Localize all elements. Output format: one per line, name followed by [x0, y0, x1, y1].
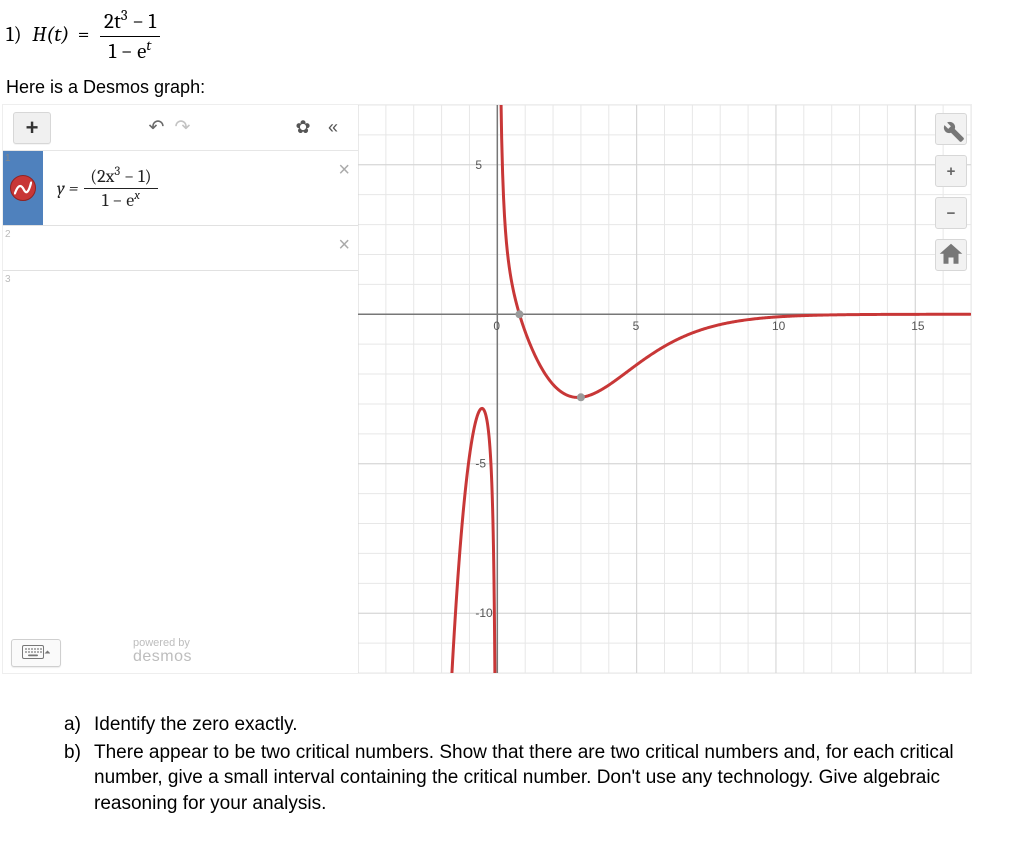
powered-by-desmos: powered by desmos — [133, 638, 192, 665]
panel-header: + ↶ ↷ ✿ « — [3, 105, 358, 151]
redo-icon[interactable]: ↷ — [172, 117, 194, 139]
delete-expression-icon[interactable]: × — [338, 234, 350, 257]
function-rhs-fraction: 2t3 − 1 1 − et — [100, 8, 160, 64]
expression-input[interactable]: y = (2x3 − 1) 1 − ex — [43, 151, 358, 225]
svg-text:10: 10 — [772, 319, 786, 333]
intro-text: Here is a Desmos graph: — [6, 77, 205, 98]
expression-row[interactable]: 1 y = (2x3 − 1) 1 − e — [3, 151, 358, 226]
gear-icon[interactable]: ✿ — [288, 113, 318, 143]
question-b: b) There appear to be two critical numbe… — [64, 740, 1004, 817]
graph-tools: + − — [935, 113, 965, 271]
question-a: a) Identify the zero exactly. — [64, 712, 1004, 738]
problem-heading: 1) H(t) = 2t3 − 1 1 − et — [6, 8, 160, 64]
expression-panel: + ↶ ↷ ✿ « 1 — [3, 105, 358, 673]
desmos-app: + ↶ ↷ ✿ « 1 — [2, 104, 972, 674]
svg-text:5: 5 — [475, 158, 482, 172]
svg-text:5: 5 — [633, 319, 640, 333]
function-lhs: H(t) — [32, 23, 74, 47]
delete-expression-icon[interactable]: × — [338, 159, 350, 182]
collapse-panel-button[interactable]: « — [318, 113, 348, 143]
svg-text:0: 0 — [493, 319, 500, 333]
question-list: a) Identify the zero exactly. b) There a… — [64, 712, 1004, 819]
expression-row[interactable]: 2 × — [3, 226, 358, 271]
problem-number: 1) — [6, 23, 22, 47]
expression-row[interactable]: 3 — [3, 271, 358, 301]
keyboard-toggle-button[interactable] — [11, 639, 61, 667]
wrench-icon[interactable] — [935, 113, 967, 145]
undo-icon[interactable]: ↶ — [146, 117, 168, 139]
svg-text:-10: -10 — [475, 606, 493, 620]
add-expression-button[interactable]: + — [13, 112, 51, 144]
zoom-out-button[interactable]: − — [935, 197, 967, 229]
curve-color-swatch[interactable] — [10, 175, 36, 201]
zoom-in-button[interactable]: + — [935, 155, 967, 187]
svg-text:-5: -5 — [475, 457, 486, 471]
home-button[interactable] — [935, 239, 967, 271]
graph-canvas[interactable]: 0 5 10 15 5 -5 -10 + − — [358, 105, 971, 673]
svg-text:15: 15 — [911, 319, 925, 333]
